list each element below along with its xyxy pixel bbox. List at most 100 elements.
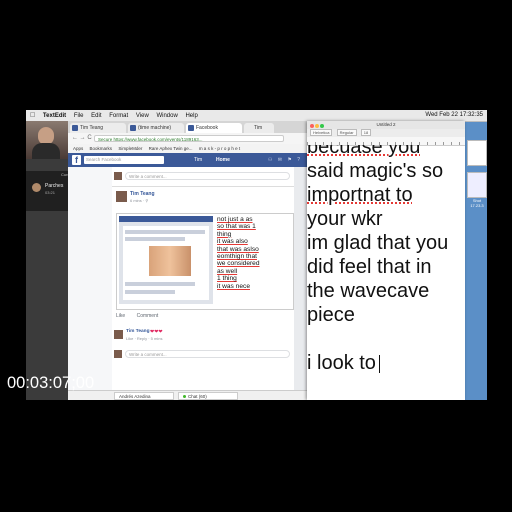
document-body[interactable]: becuase you said magic's so importnat to… [307, 145, 465, 400]
facebook-favicon-icon [130, 125, 136, 131]
textedit-window: Untitled 2 Helvetica Regular 18 becuase … [307, 121, 465, 400]
bookmark-item[interactable]: Rare Aphex Twin ge... [149, 146, 193, 151]
profile-link[interactable]: Tim [194, 155, 202, 165]
desktop-file-label[interactable]: Shot 17.23.3 [467, 198, 487, 208]
textedit-titlebar: Untitled 2 [307, 121, 465, 129]
like-button[interactable]: Like [116, 313, 125, 319]
embedded-photo [149, 246, 191, 276]
facebook-logo-icon[interactable]: f [72, 155, 81, 165]
embedded-screenshot [119, 216, 213, 304]
text-line-content: im glad that you [307, 232, 449, 254]
reply-author[interactable]: Tim Teang [126, 329, 150, 334]
text-caret [378, 354, 380, 373]
video-timecode: 00:03:07;00 [7, 374, 95, 392]
tab-time-machine[interactable]: (time machine) [128, 123, 184, 133]
bookmark-item[interactable]: Bookmarks [90, 146, 113, 151]
embedded-text-line: we considered [217, 260, 260, 268]
text-line-content: importnat to [307, 184, 413, 206]
apple-menu-icon[interactable]:  [30, 110, 35, 121]
text-line-content: said magic's so [307, 160, 444, 182]
text-line-content: i look to [307, 352, 376, 374]
close-icon[interactable] [310, 124, 314, 128]
heart-icons: ❤❤❤ [150, 329, 163, 335]
tab-label: (time machine) [138, 125, 172, 131]
tab-tim[interactable]: Tim [244, 123, 274, 133]
chat-tab-all[interactable]: Chat (60) [178, 392, 238, 400]
bookmark-item[interactable]: Apps [73, 146, 83, 151]
facebook-favicon-icon [188, 125, 194, 131]
tab-label: Facebook [196, 125, 218, 131]
text-line [307, 327, 465, 351]
comment-input[interactable]: Write a comment... [125, 350, 290, 358]
embedded-text-line: as well [217, 267, 238, 275]
zoom-icon[interactable] [320, 124, 324, 128]
self-video-preview [26, 121, 68, 159]
embedded-text-line: not just a as [217, 216, 253, 223]
left-column [68, 167, 112, 390]
event-feed: Write a comment... Tim Teang 6 mins · ⚲ [112, 167, 294, 390]
bookmark-item[interactable]: m a s k - p r o p h e t [199, 146, 240, 151]
facebook-search-input[interactable]: Search Facebook [84, 156, 164, 164]
avatar [114, 350, 122, 358]
desktop-document-icon[interactable] [467, 140, 487, 166]
tab-facebook[interactable]: Facebook [186, 123, 242, 133]
post-timestamp: 6 mins · ⚲ [130, 198, 149, 203]
tab-label: Tim Teang [80, 125, 104, 131]
desktop-screenshot-icon[interactable] [467, 172, 487, 198]
embedded-text-line: it was nece [217, 282, 250, 290]
text-line-content: your wkr [307, 208, 383, 230]
url-field[interactable]: Secure https://www.facebook.com/events/1… [94, 135, 284, 142]
chat-tab-label: Chat (60) [188, 394, 207, 399]
text-line: did feel that in [307, 255, 465, 279]
reply-meta[interactable]: Like · Reply · 5 mins [126, 336, 162, 341]
embedded-facebook-bar [119, 216, 213, 222]
facebook-favicon-icon [72, 125, 78, 131]
embedded-row [125, 282, 195, 286]
document-title: Untitled 2 [376, 122, 396, 127]
embedded-text: not just a as so that was 1 thing it was… [217, 216, 291, 290]
text-line: piece [307, 303, 465, 327]
text-line: importnat to [307, 183, 465, 207]
minimize-icon[interactable] [315, 124, 319, 128]
embedded-row [125, 290, 175, 294]
chat-dock: Andrés Azedina Chat (60) [68, 390, 308, 400]
embedded-text-line: 1 thing [217, 275, 237, 283]
tab-label: Tim [254, 125, 263, 131]
facebook-content: Write a comment... Tim Teang 6 mins · ⚲ [68, 167, 308, 390]
comment-composer: Write a comment... [114, 171, 290, 181]
notification-icons[interactable]: ⚇ ✉ ⚑ ? [268, 155, 302, 165]
font-family-select[interactable]: Helvetica [310, 129, 333, 136]
chat-tab-andres[interactable]: Andrés Azedina [114, 392, 174, 400]
embedded-row [125, 237, 185, 241]
font-size-select[interactable]: 18 [360, 129, 372, 136]
embedded-text-line: it was also [217, 238, 248, 246]
call-duration: 03:21 [45, 190, 56, 195]
comment-button[interactable]: Comment [137, 313, 159, 319]
avatar [116, 191, 127, 202]
text-line-content: did feel that in [307, 256, 432, 278]
chrome-browser-window: Tim Teang (time machine) Facebook Tim ← … [68, 121, 308, 400]
facebook-top-bar: f Search Facebook Tim Home ⚇ ✉ ⚑ ? [68, 153, 308, 167]
tab-strip: Tim Teang (time machine) Facebook Tim [68, 121, 308, 133]
embedded-row [125, 230, 205, 234]
bookmark-item[interactable]: SimpleMder [118, 146, 142, 151]
embedded-text-line: that was aslso [217, 245, 259, 253]
font-style-select[interactable]: Regular [336, 129, 357, 136]
post-author[interactable]: Tim Teang [130, 191, 155, 197]
home-link[interactable]: Home [216, 155, 230, 165]
post-actions: Like Comment [116, 313, 168, 319]
text-line: said magic's so [307, 159, 465, 183]
nav-buttons[interactable]: ← → C [72, 133, 92, 144]
tab-tim-teang[interactable]: Tim Teang [70, 123, 126, 133]
text-line-content: piece [307, 304, 355, 326]
embedded-text-line: eomthign that [217, 253, 257, 261]
caller-avatar [32, 183, 41, 192]
comment-input[interactable]: Write a comment... [125, 172, 290, 180]
menubar-clock[interactable]: Wed Feb 22 17:32:35 [425, 110, 483, 121]
avatar [114, 330, 123, 339]
post-screenshot-image[interactable]: not just a as so that was 1 thing it was… [116, 213, 294, 310]
screen-capture:  TextEdit File Edit Format View Window … [26, 110, 487, 400]
person-body [32, 143, 60, 159]
avatar [114, 172, 122, 180]
text-line: im glad that you [307, 231, 465, 255]
